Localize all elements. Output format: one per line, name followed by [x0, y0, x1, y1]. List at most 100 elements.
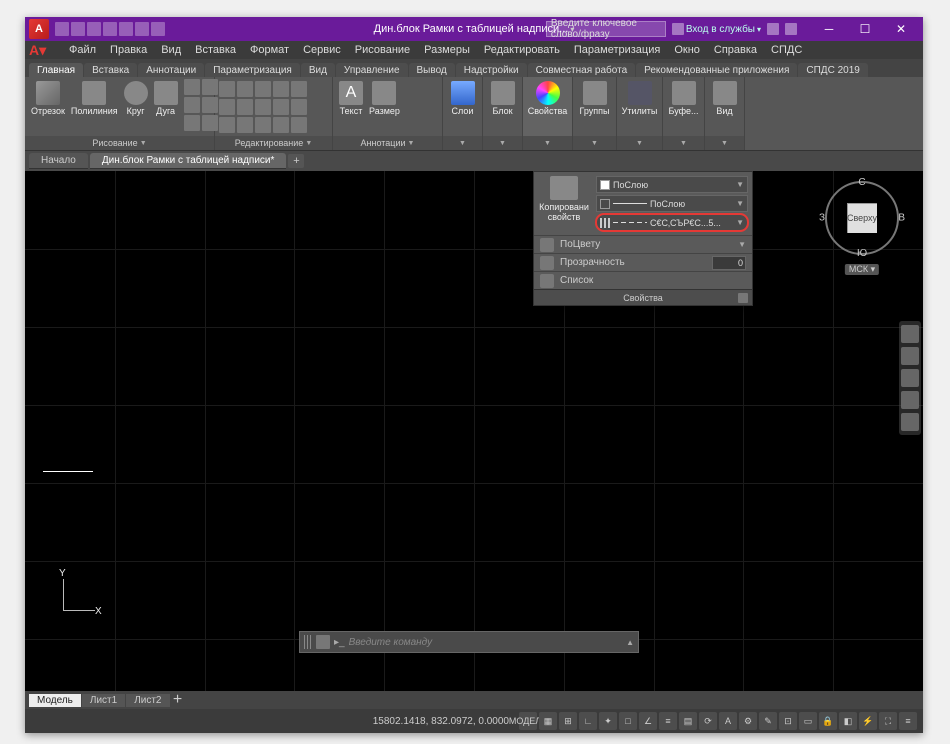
list-button[interactable]: Список: [534, 271, 752, 289]
mirror-icon[interactable]: [237, 99, 253, 115]
commandline-handle-icon[interactable]: [304, 635, 312, 649]
tab-addins[interactable]: Надстройки: [456, 63, 527, 77]
filetab-current[interactable]: Дин.блок Рамки с таблицей надписи*: [90, 153, 287, 169]
panel-edit-title[interactable]: Редактирование▼: [215, 136, 332, 150]
line-button[interactable]: Отрезок: [29, 79, 67, 118]
status-lock-icon[interactable]: 🔒: [819, 712, 837, 730]
commandline-expand-icon[interactable]: ▲: [626, 638, 634, 647]
tab-insert[interactable]: Вставка: [84, 63, 137, 77]
text-button[interactable]: AТекст: [337, 79, 365, 118]
filetab-start[interactable]: Начало: [29, 153, 88, 169]
plotstyle-dropdown[interactable]: ПоЦвету▼: [534, 235, 752, 253]
viewcube-west[interactable]: З: [819, 213, 825, 224]
menu-dimensions[interactable]: Размеры: [418, 43, 476, 57]
status-transparency-icon[interactable]: ▤: [679, 712, 697, 730]
commandline-input[interactable]: Введите команду: [349, 637, 622, 648]
viewcube-east[interactable]: В: [898, 213, 905, 224]
menu-window[interactable]: Окно: [668, 43, 706, 57]
viewcube-north[interactable]: С: [858, 177, 865, 188]
panel-anno-title[interactable]: Аннотации▼: [333, 136, 442, 150]
menu-file[interactable]: Файл: [63, 43, 102, 57]
status-lwt-icon[interactable]: ≡: [659, 712, 677, 730]
modeltab-sheet2[interactable]: Лист2: [126, 694, 169, 707]
status-grid-icon[interactable]: ▦: [539, 712, 557, 730]
tab-annotate[interactable]: Аннотации: [138, 63, 204, 77]
transparency-input[interactable]: [712, 256, 746, 270]
edit-icon[interactable]: [273, 99, 289, 115]
modeltab-model[interactable]: Модель: [29, 694, 81, 707]
tab-parametric[interactable]: Параметризация: [205, 63, 300, 77]
minimize-button[interactable]: ─: [811, 17, 847, 41]
nav-pan-icon[interactable]: [901, 347, 919, 365]
viewcube[interactable]: Сверху С Ю З В МСК ▾: [825, 181, 899, 255]
qat-undo-icon[interactable]: [135, 22, 149, 36]
app-logo[interactable]: A: [29, 19, 49, 39]
status-isolate-icon[interactable]: ◧: [839, 712, 857, 730]
qat-save-icon[interactable]: [87, 22, 101, 36]
groups-button[interactable]: Группы: [577, 79, 612, 118]
menu-format[interactable]: Формат: [244, 43, 295, 57]
status-customize-icon[interactable]: ≡: [899, 712, 917, 730]
nav-zoom-icon[interactable]: [901, 369, 919, 387]
status-cycling-icon[interactable]: ⟳: [699, 712, 717, 730]
properties-button[interactable]: Свойства: [527, 79, 568, 118]
status-ortho-icon[interactable]: ∟: [579, 712, 597, 730]
linetype-dropdown[interactable]: С€С‚СЪР€С...5...▼: [596, 214, 748, 231]
draw-small-icon[interactable]: [184, 115, 200, 131]
object-color-dropdown[interactable]: ПоСлою▼: [596, 176, 748, 193]
modeltab-add[interactable]: +: [171, 693, 185, 707]
menu-modify[interactable]: Редактировать: [478, 43, 566, 57]
arc-button[interactable]: Дуга: [152, 79, 180, 118]
status-quickprops-icon[interactable]: ▭: [799, 712, 817, 730]
qat-open-icon[interactable]: [71, 22, 85, 36]
edit-icon[interactable]: [273, 81, 289, 97]
lineweight-dropdown[interactable]: ПоСлою▼: [596, 195, 748, 212]
clipboard-button[interactable]: Буфе...: [667, 79, 700, 118]
qat-saveas-icon[interactable]: [103, 22, 117, 36]
status-annotation-icon[interactable]: ✎: [759, 712, 777, 730]
menu-edit[interactable]: Правка: [104, 43, 153, 57]
nav-showmotion-icon[interactable]: [901, 413, 919, 431]
menu-service[interactable]: Сервис: [297, 43, 347, 57]
draw-small-icon[interactable]: [184, 97, 200, 113]
viewcube-top-face[interactable]: Сверху: [847, 203, 877, 233]
status-snap-icon[interactable]: ⊞: [559, 712, 577, 730]
status-workspace-icon[interactable]: ⚙: [739, 712, 757, 730]
edit-icon[interactable]: [273, 117, 289, 133]
commandline-menu-icon[interactable]: [316, 635, 330, 649]
filetab-add[interactable]: +: [288, 154, 304, 168]
layers-button[interactable]: Слои: [447, 79, 478, 118]
help-icon[interactable]: [785, 23, 797, 35]
nav-orbit-icon[interactable]: [901, 391, 919, 409]
qat-new-icon[interactable]: [55, 22, 69, 36]
panel-draw-title[interactable]: Рисование▼: [25, 136, 214, 150]
status-annoscale-icon[interactable]: A: [719, 712, 737, 730]
dialog-launcher-icon[interactable]: [738, 293, 748, 303]
copy-icon[interactable]: [219, 99, 235, 115]
tab-home[interactable]: Главная: [29, 63, 83, 77]
match-properties-button[interactable]: Копировани свойств: [538, 176, 590, 222]
qat-redo-icon[interactable]: [151, 22, 165, 36]
rotate-icon[interactable]: [237, 81, 253, 97]
menu-insert[interactable]: Вставка: [189, 43, 242, 57]
menu-view[interactable]: Вид: [155, 43, 187, 57]
tab-view[interactable]: Вид: [301, 63, 335, 77]
status-otrack-icon[interactable]: ∠: [639, 712, 657, 730]
nav-wheel-icon[interactable]: [901, 325, 919, 343]
array-icon[interactable]: [255, 117, 271, 133]
fillet-icon[interactable]: [255, 99, 271, 115]
tab-collab[interactable]: Совместная работа: [528, 63, 636, 77]
menu-spds[interactable]: СПДС: [765, 43, 808, 57]
menu-help[interactable]: Справка: [708, 43, 763, 57]
edit-icon[interactable]: [291, 117, 307, 133]
dimension-button[interactable]: Размер: [367, 79, 402, 118]
scale-icon[interactable]: [237, 117, 253, 133]
view-button[interactable]: Вид: [709, 79, 740, 118]
status-units-icon[interactable]: ⊡: [779, 712, 797, 730]
modeltab-sheet1[interactable]: Лист1: [82, 694, 125, 707]
menu-parametrize[interactable]: Параметризация: [568, 43, 666, 57]
status-model-toggle[interactable]: МОДЕЛЬ: [519, 712, 537, 730]
tab-manage[interactable]: Управление: [336, 63, 408, 77]
title-dropdown-icon[interactable]: ▾: [570, 25, 574, 34]
trim-icon[interactable]: [255, 81, 271, 97]
